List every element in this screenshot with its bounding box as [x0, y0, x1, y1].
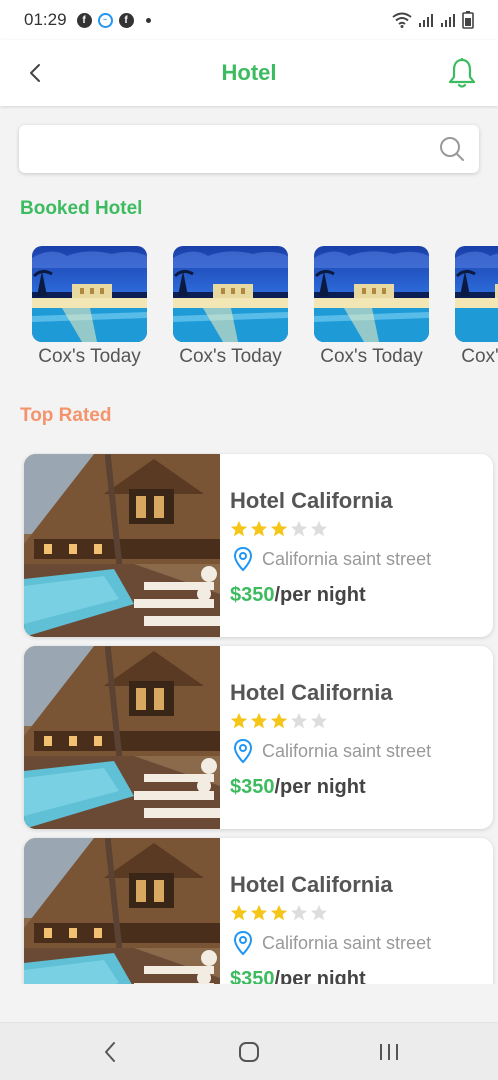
star-empty-icon: [310, 712, 328, 729]
hotel-location: California saint street: [232, 546, 431, 572]
hotel-card[interactable]: Hotel California California saint street…: [24, 454, 493, 637]
booked-hotel-item[interactable]: Cox's Today: [27, 246, 152, 368]
back-nav-button[interactable]: [90, 1037, 130, 1067]
hotel-price: $350/per night: [230, 584, 366, 607]
hotel-image: [24, 838, 220, 984]
facebook-icon: f: [76, 12, 92, 28]
booked-hotel-image: [32, 246, 147, 342]
search-icon[interactable]: [439, 136, 465, 162]
status-time: 01:29: [24, 10, 67, 29]
dot-icon: [145, 17, 151, 23]
hotel-name: Hotel California: [230, 680, 393, 705]
booked-hotel-label: Cox's Today: [179, 346, 282, 367]
price-value: $350: [230, 776, 275, 798]
recent-apps-button[interactable]: [369, 1037, 409, 1067]
battery-icon: [462, 11, 474, 29]
star-icon: [250, 904, 268, 921]
star-icon: [250, 520, 268, 537]
star-empty-icon: [290, 520, 308, 537]
price-value: $350: [230, 968, 275, 984]
wifi-icon: [392, 12, 412, 28]
location-pin-icon: [233, 738, 253, 764]
star-empty-icon: [290, 712, 308, 729]
signal-icon: [419, 14, 433, 27]
notifications-button[interactable]: [446, 56, 478, 90]
status-bar: 01:29 f ~ f: [0, 0, 498, 40]
hotel-card[interactable]: Hotel California California saint street…: [24, 646, 493, 829]
messenger-icon: ~: [97, 12, 113, 28]
hotel-price: $350/per night: [230, 968, 366, 984]
signal-icon: [441, 14, 455, 27]
price-value: $350: [230, 584, 275, 606]
facebook-icon: f: [118, 12, 134, 28]
hotel-name: Hotel California: [230, 872, 393, 897]
star-empty-icon: [310, 520, 328, 537]
top-rated-list: Hotel California California saint street…: [0, 452, 498, 984]
star-empty-icon: [310, 904, 328, 921]
top-rated-title: Top Rated: [20, 405, 112, 426]
hotel-card[interactable]: Hotel California California saint street…: [24, 838, 493, 984]
star-rating: [230, 904, 328, 922]
page-title: Hotel: [221, 60, 277, 85]
location-pin-icon: [233, 930, 253, 956]
booked-hotel-list: Cox's Today Cox's Today Cox's Today Cox: [0, 246, 498, 376]
star-icon: [270, 520, 288, 537]
app-bar: Hotel: [0, 40, 498, 106]
location-text: California saint street: [262, 932, 432, 953]
booked-hotel-label: Cox's Today: [38, 346, 141, 367]
hotel-location: California saint street: [232, 738, 431, 764]
location-text: California saint street: [262, 548, 432, 569]
booked-hotel-image: [314, 246, 429, 342]
back-nav-icon: [105, 1042, 115, 1062]
booked-hotel-image: [455, 246, 498, 342]
search-bar: [19, 125, 479, 173]
booked-hotel-item[interactable]: Cox's Today: [309, 246, 434, 368]
search-input[interactable]: [31, 133, 431, 165]
location-pin-icon: [233, 546, 253, 572]
booked-hotel-label: Cox's Today: [320, 346, 423, 367]
hotel-image: [24, 646, 220, 829]
star-icon: [230, 520, 248, 537]
home-nav-button[interactable]: [229, 1037, 269, 1067]
bell-icon: [448, 58, 476, 88]
booked-hotel-title: Booked Hotel: [20, 198, 143, 219]
star-rating: [230, 712, 328, 730]
star-icon: [230, 904, 248, 921]
booked-hotel-label: Cox's Today: [461, 346, 498, 367]
hotel-location: California saint street: [232, 930, 431, 956]
price-unit: /per night: [274, 968, 366, 984]
hotel-price: $350/per night: [230, 776, 366, 799]
price-unit: /per night: [274, 776, 366, 798]
location-text: California saint street: [262, 740, 432, 761]
star-icon: [250, 712, 268, 729]
star-rating: [230, 520, 328, 538]
star-icon: [230, 712, 248, 729]
booked-hotel-item[interactable]: Cox's Today: [168, 246, 293, 368]
star-icon: [270, 712, 288, 729]
hotel-name: Hotel California: [230, 488, 393, 513]
system-nav-bar: [0, 1022, 498, 1080]
booked-hotel-image: [173, 246, 288, 342]
hotel-image: [24, 454, 220, 637]
star-empty-icon: [290, 904, 308, 921]
star-icon: [270, 904, 288, 921]
home-nav-icon: [239, 1042, 259, 1062]
booked-hotel-item[interactable]: Cox's Today: [450, 246, 498, 368]
recent-apps-icon: [380, 1044, 398, 1060]
price-unit: /per night: [274, 584, 366, 606]
